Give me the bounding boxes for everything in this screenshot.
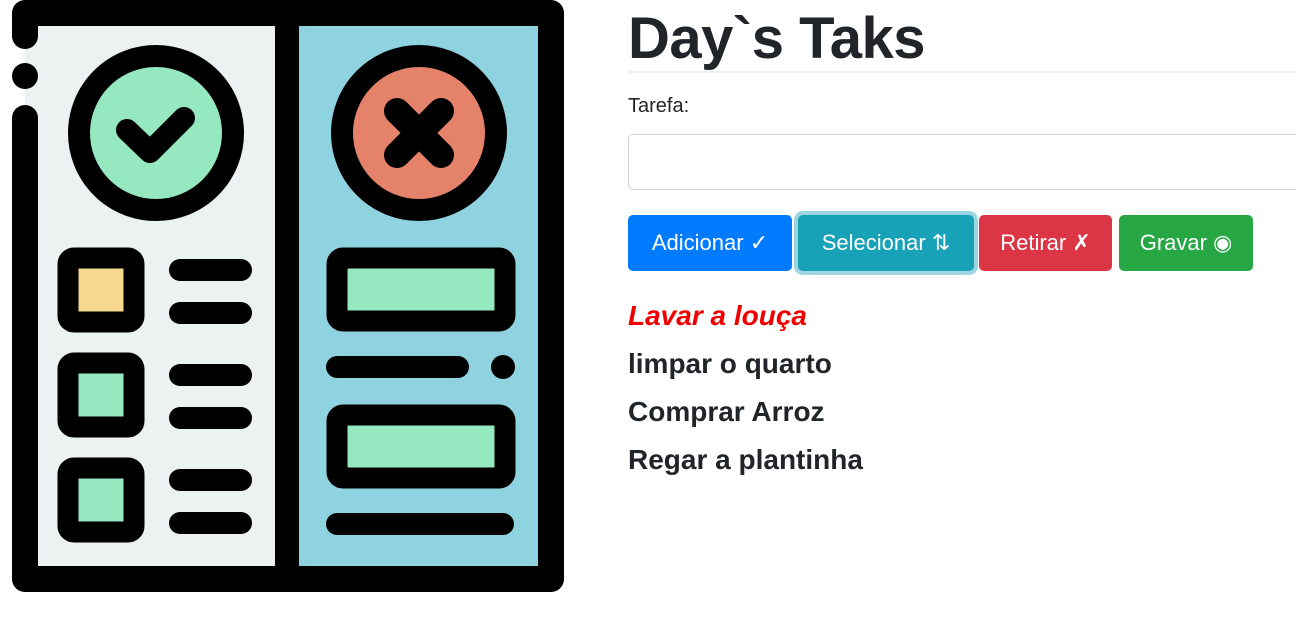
close-icon	[331, 45, 507, 221]
add-button[interactable]: Adicionar ✓	[628, 215, 792, 271]
select-button[interactable]: Selecionar ⇅	[798, 215, 974, 271]
remove-button[interactable]: Retirar ✗	[979, 215, 1112, 271]
task-list: Lavar a louça limpar o quarto Comprar Ar…	[628, 292, 863, 484]
task-item[interactable]: Regar a plantinha	[628, 436, 863, 484]
save-button[interactable]: Gravar ◉	[1119, 215, 1253, 271]
task-label: Tarefa:	[628, 95, 690, 117]
task-input[interactable]	[628, 134, 1296, 190]
task-item-selected[interactable]: Lavar a louça	[628, 292, 863, 340]
todo-illustration	[12, 0, 564, 592]
title-divider	[628, 71, 1296, 73]
task-item[interactable]: limpar o quarto	[628, 340, 863, 388]
main-panel: Day`s Taks Tarefa: Adicionar ✓ Seleciona…	[628, 0, 1296, 639]
task-item[interactable]: Comprar Arroz	[628, 388, 863, 436]
page-title: Day`s Taks	[628, 6, 925, 71]
check-icon	[68, 45, 244, 221]
